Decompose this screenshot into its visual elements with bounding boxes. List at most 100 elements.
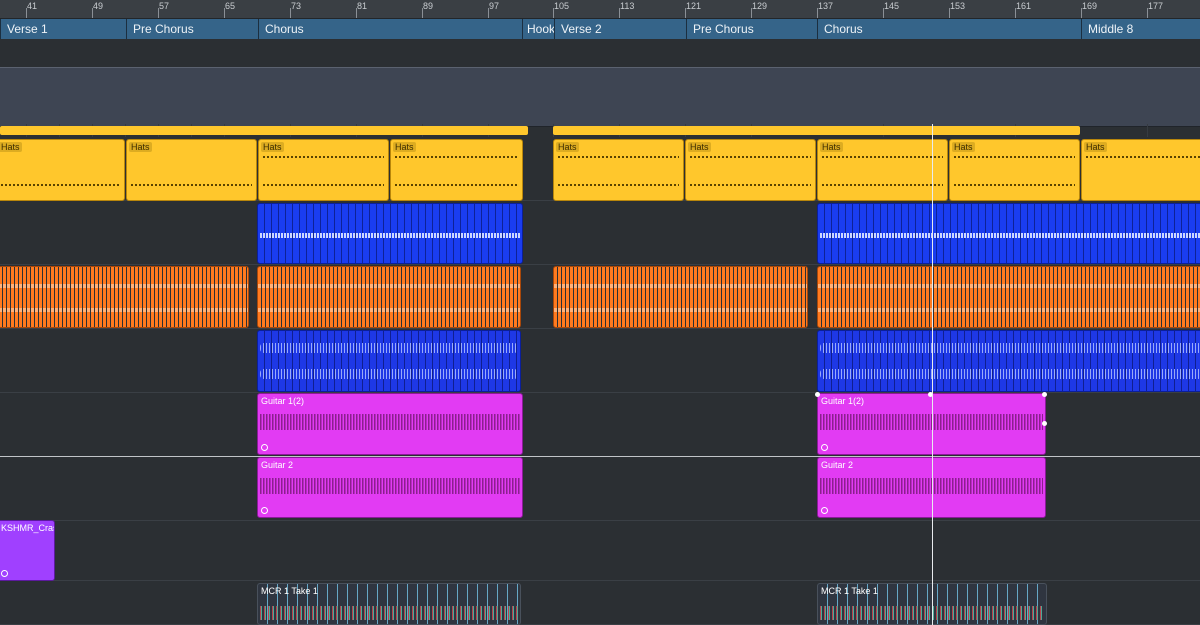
marker-hook[interactable]: Hook (522, 19, 554, 39)
hats-event[interactable]: Hats (390, 139, 523, 201)
midi-notes (822, 156, 943, 158)
midi-notes (1, 184, 120, 186)
hats-event[interactable]: Hats (1081, 139, 1200, 201)
synth-event[interactable] (257, 203, 523, 264)
event-label: Hats (261, 142, 284, 152)
ruler-tick-label: 57 (159, 1, 170, 11)
event-handle[interactable] (1042, 421, 1047, 426)
marker-label: Chorus (265, 22, 304, 36)
ruler-tick-label: 89 (423, 1, 434, 11)
ruler-tick-label: 145 (884, 1, 900, 11)
ruler-tick-label: 113 (620, 1, 635, 11)
marker-verse-2[interactable]: Verse 2 (554, 19, 686, 39)
midi-notes (558, 184, 679, 186)
empty-track-lane[interactable] (0, 40, 1200, 65)
transients (818, 284, 1200, 288)
transients (818, 308, 1200, 312)
mcr-take-event[interactable]: MCR 1 Take 1 (257, 583, 521, 625)
track-lane-crash[interactable] (0, 521, 1200, 581)
event-handle[interactable] (1042, 392, 1047, 397)
waveform (820, 343, 1200, 353)
event-label: Hats (952, 142, 975, 152)
marker-verse-1[interactable]: Verse 1 (0, 19, 126, 39)
midi-notes (395, 184, 518, 186)
midi-notes (1086, 156, 1200, 158)
ruler-tick-label: 105 (554, 1, 570, 11)
ruler-tick-label: 177 (1148, 1, 1164, 11)
percussion-event[interactable] (553, 266, 808, 328)
guitar-2-event[interactable]: Guitar 2 (257, 457, 523, 518)
percussion-event[interactable] (257, 266, 521, 328)
midi-notes (131, 184, 252, 186)
percussion-event[interactable] (817, 266, 1200, 328)
ruler-tick-label: 41 (27, 1, 38, 11)
event-slices (258, 331, 520, 391)
event-label: MCR 1 Take 1 (261, 586, 318, 596)
event-label: Hats (0, 142, 22, 152)
marker-label: Middle 8 (1088, 22, 1134, 36)
hats-event[interactable]: Hats (258, 139, 389, 201)
waveform (260, 478, 520, 494)
hats-event[interactable]: Hats (949, 139, 1080, 201)
event-slices (818, 267, 1200, 327)
waveform (260, 414, 520, 430)
ruler-tick-label: 137 (818, 1, 834, 11)
event-slices (258, 267, 520, 327)
range-bar-left[interactable] (0, 126, 528, 135)
marker-pre-chorus[interactable]: Pre Chorus (126, 19, 258, 39)
marker-chorus[interactable]: Chorus (258, 19, 522, 39)
midi-notes (558, 156, 679, 158)
event-fade-icon (261, 444, 268, 451)
event-label: MCR 1 Take 1 (821, 586, 878, 596)
arranger-track-lane[interactable] (0, 67, 1200, 127)
ruler-tick-label: 161 (1016, 1, 1032, 11)
arranger-marker-track: Verse 1 Pre Chorus Chorus Hook Verse 2 P… (0, 19, 1200, 39)
timeline-ruler[interactable]: 41 49 57 65 73 81 89 97 105 113 121 129 … (0, 0, 1200, 19)
marker-middle-8[interactable]: Middle 8 (1081, 19, 1200, 39)
event-label: Hats (556, 142, 579, 152)
midi-notes (690, 156, 811, 158)
waveform (260, 343, 518, 353)
midi-notes (820, 233, 1200, 238)
waveform (260, 606, 518, 620)
marker-label: Pre Chorus (693, 22, 754, 36)
transients (0, 308, 248, 312)
marker-label: Pre Chorus (133, 22, 194, 36)
midi-notes (954, 184, 1075, 186)
midi-notes (263, 156, 384, 158)
ruler-tick-label: 129 (752, 1, 768, 11)
marker-label: Verse 2 (561, 22, 602, 36)
playhead-cursor[interactable] (932, 124, 933, 625)
event-slices (554, 267, 807, 327)
hats-event[interactable]: Hats (553, 139, 684, 201)
event-label: Hats (1084, 142, 1107, 152)
crash-event[interactable]: KSHMR_Cras (0, 520, 55, 581)
marker-label: Verse 1 (7, 22, 48, 36)
hats-event[interactable]: Hats (685, 139, 816, 201)
transients (0, 284, 248, 288)
range-bar-right[interactable] (553, 126, 1080, 135)
event-label: Hats (820, 142, 843, 152)
hats-event[interactable]: Hats (0, 139, 125, 201)
midi-notes (395, 156, 518, 158)
pad-audio-event[interactable] (257, 330, 521, 392)
transients (258, 284, 520, 288)
guitar-1-event[interactable]: Guitar 1(2) (257, 393, 523, 455)
synth-event[interactable] (817, 203, 1200, 264)
ruler-tick-label: 121 (686, 1, 702, 11)
waveform (260, 369, 518, 379)
marker-label: Chorus (824, 22, 863, 36)
ruler-tick-label: 73 (291, 1, 302, 11)
percussion-event[interactable] (0, 266, 249, 328)
event-fade-icon (821, 507, 828, 514)
hats-event[interactable]: Hats (126, 139, 257, 201)
pad-audio-event[interactable] (817, 330, 1200, 392)
event-label: Guitar 1(2) (821, 396, 865, 406)
event-handle[interactable] (815, 392, 820, 397)
midi-notes (822, 184, 943, 186)
midi-notes (260, 233, 520, 238)
marker-pre-chorus-2[interactable]: Pre Chorus (686, 19, 817, 39)
marker-chorus-2[interactable]: Chorus (817, 19, 1081, 39)
hats-event[interactable]: Hats (817, 139, 948, 201)
ruler-tick-label: 65 (225, 1, 236, 11)
